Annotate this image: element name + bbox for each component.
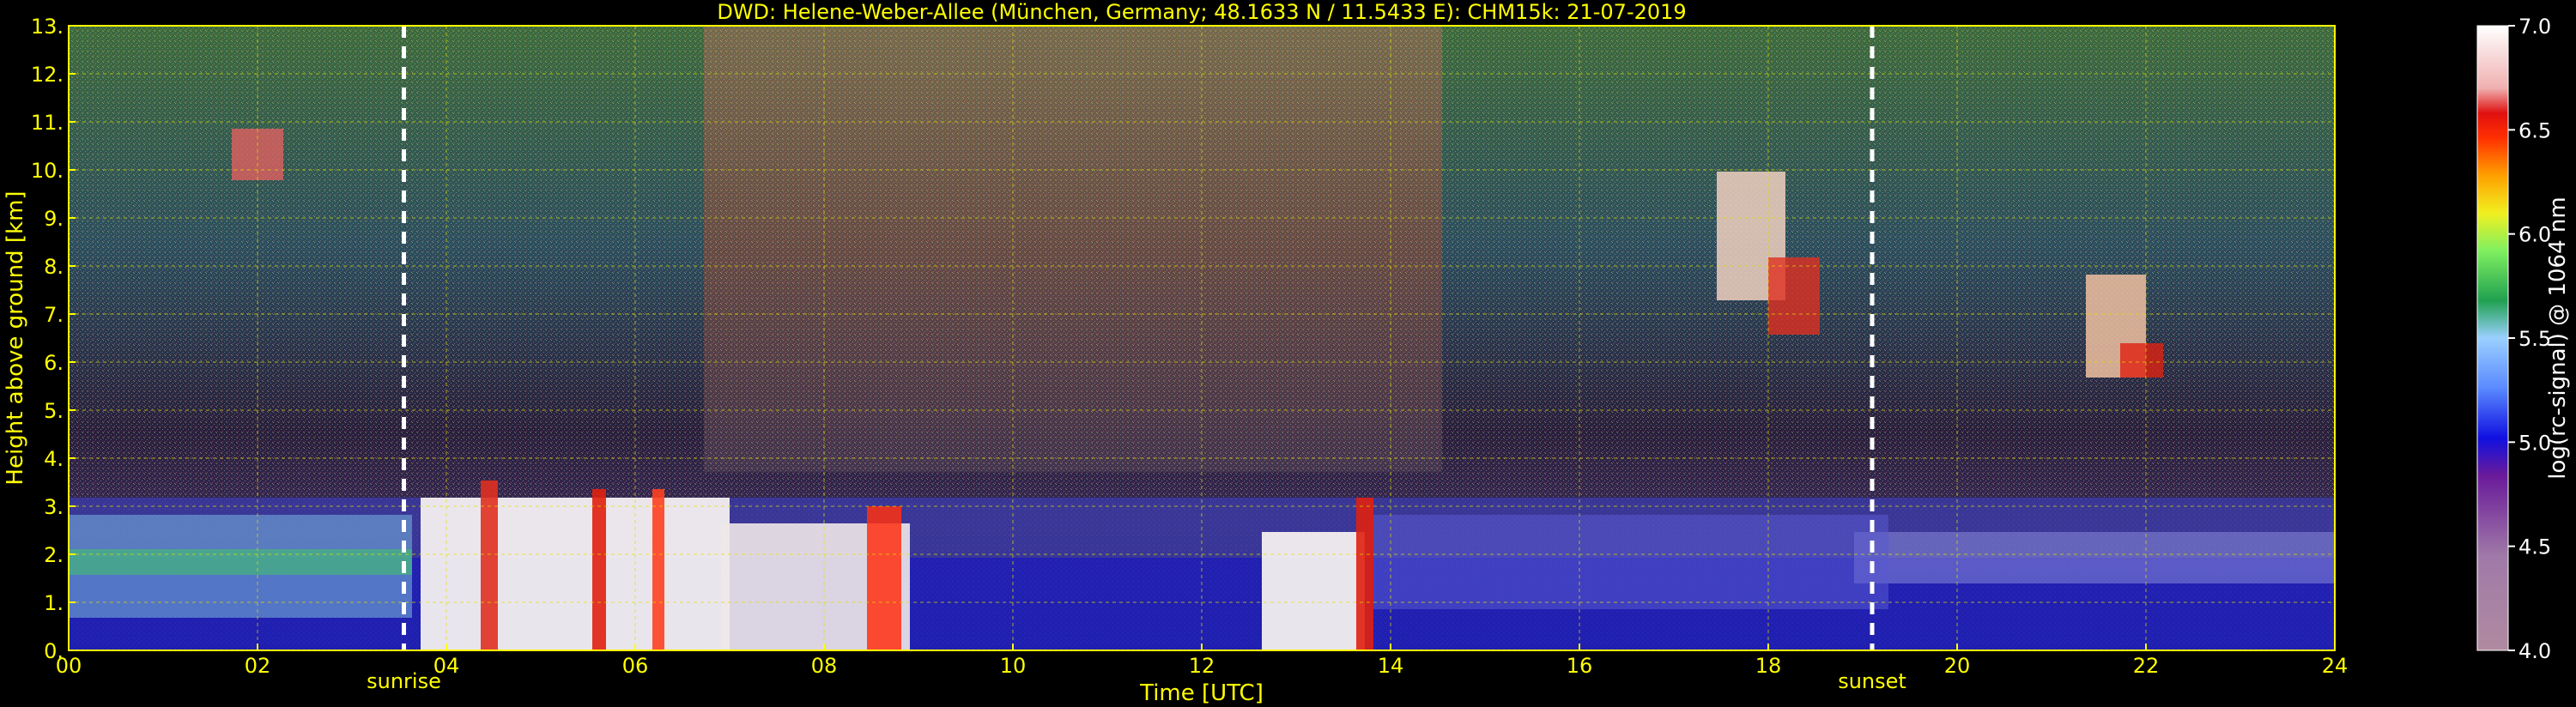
x-axis-label: Time [UTC]	[1139, 680, 1264, 706]
chart-title: DWD: Helene-Weber-Allee (München, German…	[717, 0, 1686, 24]
y-tick-label: 3.	[44, 495, 64, 519]
y-tick-label: 0.	[44, 639, 64, 663]
colorbar	[2477, 26, 2508, 650]
ceilometer-chart: sunrise sunset 00 02 04 06 08 10 12 14 16 18 20 22 24…	[3, 0, 2571, 706]
x-tick-label: 16	[1567, 654, 1593, 678]
x-tick-label: 20	[1944, 654, 1971, 678]
colorbar-tick-label: 6.5	[2518, 118, 2551, 142]
y-tick-label: 4.	[44, 447, 64, 471]
x-tick-label: 06	[622, 654, 649, 678]
x-tick-label: 14	[1378, 654, 1404, 678]
y-tick-label: 1.	[44, 591, 64, 615]
y-tick-label: 8.	[44, 255, 64, 279]
y-tick-label: 2.	[44, 543, 64, 567]
y-tick-label: 6.	[44, 351, 64, 375]
sunrise-label: sunrise	[367, 669, 441, 693]
ceilometer-figure: sunrise sunset 00 02 04 06 08 10 12 14 16 18 20 22 24…	[0, 0, 2576, 707]
colorbar-tick-label: 4.0	[2518, 639, 2551, 663]
y-tick-label: 9.	[44, 207, 64, 231]
colorbar-tick-label: 7.0	[2518, 15, 2551, 39]
colorbar-label: log(rc-signal) @ 1064 nm	[2545, 196, 2571, 479]
colorbar-tick-label: 4.5	[2518, 535, 2551, 559]
x-tick-label: 10	[1000, 654, 1027, 678]
y-tick-label: 7.	[44, 303, 64, 327]
y-axis-label: Height above ground [km]	[3, 190, 28, 485]
y-tick-label: 5.	[44, 399, 64, 423]
sunset-label: sunset	[1838, 669, 1906, 693]
x-tick-label: 08	[811, 654, 838, 678]
x-tick-label: 24	[2322, 654, 2349, 678]
x-tick-label: 12	[1189, 654, 1215, 678]
x-tick-label: 02	[245, 654, 271, 678]
y-tick-label: 12.	[31, 63, 64, 87]
x-tick-label: 18	[1755, 654, 1782, 678]
x-tick-label: 04	[433, 654, 460, 678]
y-tick-label: 13.	[31, 15, 64, 39]
x-tick-label: 22	[2133, 654, 2160, 678]
y-tick-label: 11.	[31, 111, 64, 135]
y-tick-label: 10.	[31, 159, 64, 183]
